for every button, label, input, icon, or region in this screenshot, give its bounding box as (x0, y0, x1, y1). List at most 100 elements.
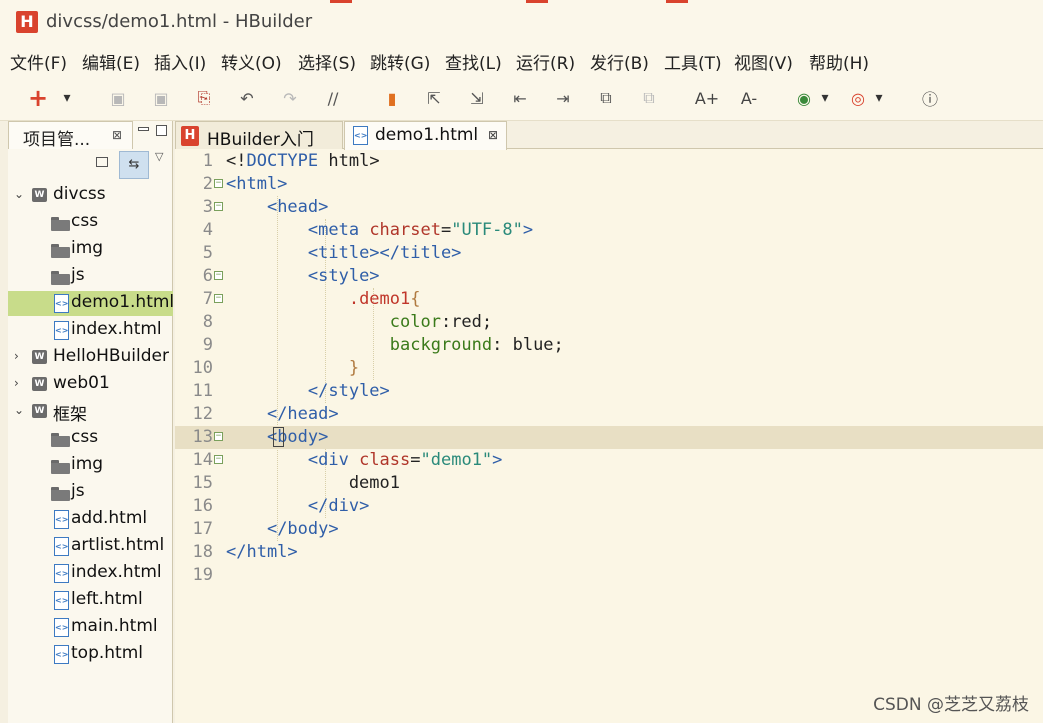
tab-project-manager[interactable]: 项目管... ⊠ (8, 121, 133, 150)
menu-item-8[interactable]: 发行(B) (590, 49, 649, 74)
browser-dropdown-icon[interactable]: ▾ (872, 87, 886, 109)
save-icon[interactable]: ▣ (107, 87, 129, 109)
tab-demo1-html[interactable]: <> demo1.html ⊠ (344, 121, 507, 150)
code-line[interactable]: 16 </div> (175, 495, 1043, 518)
tree-item[interactable]: <> index.html (8, 561, 173, 586)
code-token: : blue; (492, 335, 564, 355)
link-with-editor-icon[interactable]: ⇆ (119, 151, 149, 179)
menu-item-1[interactable]: 编辑(E) (82, 49, 140, 74)
dropdown-arrow-icon[interactable]: ▾ (60, 87, 74, 109)
tree-item[interactable]: ⌄ Wdivcss (8, 183, 173, 208)
indent-left-icon[interactable]: ⇤ (509, 87, 531, 109)
code-line[interactable]: 19 (175, 564, 1043, 587)
save-all-icon[interactable]: ▣ (150, 87, 172, 109)
tree-item[interactable]: <> artlist.html (8, 534, 173, 559)
menu-item-4[interactable]: 选择(S) (298, 49, 356, 74)
code-line[interactable]: 10 } (175, 357, 1043, 380)
chevron-right-icon[interactable]: › (14, 376, 26, 390)
code-line[interactable]: 13− <body> (175, 426, 1043, 449)
code-line[interactable]: 17 </body> (175, 518, 1043, 541)
browser-icon[interactable]: ◎ (847, 87, 869, 109)
menu-item-0[interactable]: 文件(F) (10, 49, 67, 74)
code-line[interactable]: 14− <div class="demo1"> (175, 449, 1043, 472)
code-line[interactable]: 6− <style> (175, 265, 1043, 288)
chevron-right-icon[interactable]: › (14, 349, 26, 363)
tree-item[interactable]: img (8, 453, 173, 478)
code-line[interactable]: 15 demo1 (175, 472, 1043, 495)
font-increase-icon[interactable]: A+ (695, 87, 719, 109)
tree-item[interactable]: ⌄ W 框架 (8, 399, 173, 424)
collapse-all-icon[interactable] (96, 157, 108, 167)
menu-item-10[interactable]: 视图(V) (734, 49, 793, 74)
line-number: 19 (192, 565, 213, 585)
chevron-down-icon[interactable]: ⌄ (14, 187, 26, 201)
goto-bottom-icon[interactable]: ⇲ (466, 87, 488, 109)
tree-item[interactable]: img (8, 237, 173, 262)
code-line[interactable]: 5 <title></title> (175, 242, 1043, 265)
tree-item[interactable]: js (8, 480, 173, 505)
minimize-icon[interactable] (138, 127, 149, 131)
tree-item[interactable]: js (8, 264, 173, 289)
goto-top-icon[interactable]: ⇱ (423, 87, 445, 109)
code-token: <div (307, 450, 360, 470)
font-decrease-icon[interactable]: A- (738, 87, 760, 109)
tree-item[interactable]: <> demo1.html (8, 291, 173, 316)
menu-item-6[interactable]: 查找(L) (445, 49, 502, 74)
tree-item[interactable]: css (8, 426, 173, 451)
info-icon[interactable]: ⓘ (919, 87, 941, 109)
code-line[interactable]: 4 <meta charset="UTF-8"> (175, 219, 1043, 242)
code-line[interactable]: 9 background: blue; (175, 334, 1043, 357)
tree-item[interactable]: <> left.html (8, 588, 173, 613)
code-line[interactable]: 1 <!DOCTYPE html> (175, 150, 1043, 173)
fold-toggle-icon[interactable]: − (214, 179, 223, 188)
format-icon[interactable]: ⎘ (193, 87, 215, 109)
tree-item[interactable]: css (8, 210, 173, 235)
menu-item-2[interactable]: 插入(I) (154, 49, 206, 74)
tree-item[interactable]: › W HelloHBuilder (8, 345, 173, 370)
bookmark-icon[interactable]: ▮ (381, 87, 403, 109)
code-line[interactable]: 3− <head> (175, 196, 1043, 219)
fold-toggle-icon[interactable]: − (214, 455, 223, 464)
comment-icon[interactable]: // (322, 87, 344, 109)
tree-item[interactable]: <> main.html (8, 615, 173, 640)
paste-icon[interactable]: ⧉ (638, 87, 660, 109)
maximize-icon[interactable] (156, 125, 167, 136)
menu-item-3[interactable]: 转义(O) (221, 49, 282, 74)
line-number: 18 (192, 542, 213, 562)
code-line[interactable]: 11 </style> (175, 380, 1043, 403)
copy-icon[interactable]: ⧉ (595, 87, 617, 109)
code-token: charset (369, 220, 441, 240)
close-icon[interactable]: ⊠ (112, 128, 122, 142)
tree-item[interactable]: <> top.html (8, 642, 173, 667)
code-editor[interactable]: 1 <!DOCTYPE html> 2− <html> 3− <head> 4 <meta… (175, 149, 1043, 723)
chevron-down-icon[interactable]: ⌄ (14, 403, 26, 417)
code-line[interactable]: 18 </html> (175, 541, 1043, 564)
run-dropdown-icon[interactable]: ▾ (818, 87, 832, 109)
fold-toggle-icon[interactable]: − (214, 432, 223, 441)
view-menu-icon[interactable]: ▽ (155, 150, 163, 163)
close-icon[interactable]: ⊠ (488, 128, 498, 142)
fold-toggle-icon[interactable]: − (214, 294, 223, 303)
code-line[interactable]: 8 color:red; (175, 311, 1043, 334)
menu-item-9[interactable]: 工具(T) (664, 49, 722, 74)
undo-icon[interactable]: ↶ (236, 87, 258, 109)
tree-item[interactable]: › Wweb01 (8, 372, 173, 397)
code-line[interactable]: 7− .demo1{ (175, 288, 1043, 311)
code-line[interactable]: 12 </head> (175, 403, 1043, 426)
menu-item-7[interactable]: 运行(R) (516, 49, 575, 74)
tree-item[interactable]: <> index.html (8, 318, 173, 343)
fold-toggle-icon[interactable]: − (214, 271, 223, 280)
menu-item-5[interactable]: 跳转(G) (370, 49, 430, 74)
run-icon[interactable]: ◉ (793, 87, 815, 109)
tree-item[interactable]: <> add.html (8, 507, 173, 532)
line-number: 3 (202, 197, 213, 217)
new-icon[interactable]: + (27, 84, 49, 112)
redo-icon[interactable]: ↷ (279, 87, 301, 109)
indent-right-icon[interactable]: ⇥ (552, 87, 574, 109)
menu-item-11[interactable]: 帮助(H) (809, 49, 869, 74)
tab-hbuilder-intro[interactable]: H HBuilder入门 (175, 121, 343, 150)
code-line[interactable]: 2− <html> (175, 173, 1043, 196)
fold-toggle-icon[interactable]: − (214, 202, 223, 211)
